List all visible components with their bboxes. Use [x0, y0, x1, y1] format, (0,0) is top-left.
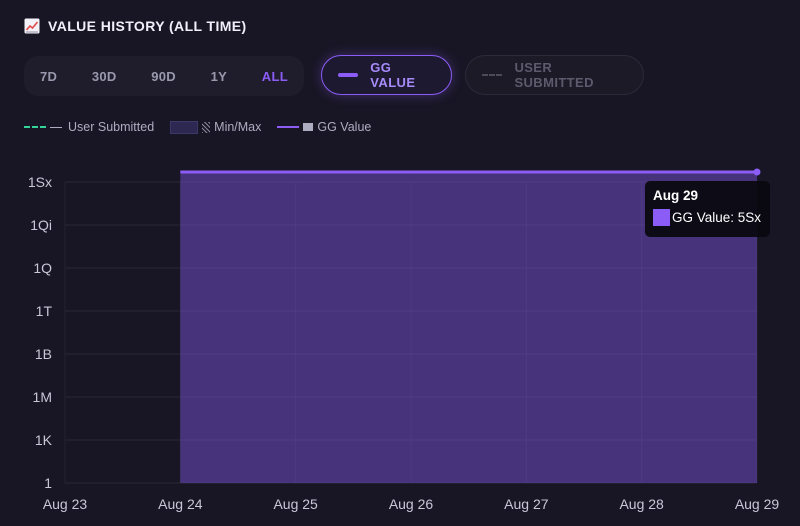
y-tick-label: 1 [44, 475, 52, 491]
x-axis: Aug 23 Aug 24 Aug 25 Aug 26 Aug 27 Aug 28 Aug … [43, 496, 780, 512]
tooltip-row: GG Value: 5Sx [653, 209, 762, 226]
y-tick-label: 1K [35, 432, 53, 448]
y-axis: 1 1K 1M 1B 1T 1Q 1Qi 1Sx [28, 174, 53, 491]
y-tick-label: 1M [33, 389, 52, 405]
x-tick-label: Aug 29 [735, 496, 780, 512]
y-tick-label: 1B [35, 346, 52, 362]
y-tick-label: 1Qi [30, 217, 52, 233]
x-tick-label: Aug 24 [158, 496, 203, 512]
tooltip-swatch [653, 209, 670, 226]
chart-tooltip: Aug 29 GG Value: 5Sx [645, 181, 770, 237]
x-tick-label: Aug 27 [504, 496, 549, 512]
value-history-chart: 11K1M1B1T1Q1Qi1Sx Aug 23 Aug 24 Aug 25 Aug … [28, 168, 780, 512]
y-tick-label: 1Q [33, 260, 52, 276]
tooltip-date: Aug 29 [653, 188, 699, 203]
y-tick-label: 1T [36, 303, 53, 319]
gg-value-point [753, 168, 761, 176]
x-tick-label: Aug 25 [273, 496, 318, 512]
tooltip-value: GG Value: 5Sx [672, 210, 762, 225]
x-tick-label: Aug 23 [43, 496, 88, 512]
x-tick-label: Aug 28 [619, 496, 664, 512]
y-tick-label: 1Sx [28, 174, 52, 190]
x-tick-label: Aug 26 [389, 496, 434, 512]
